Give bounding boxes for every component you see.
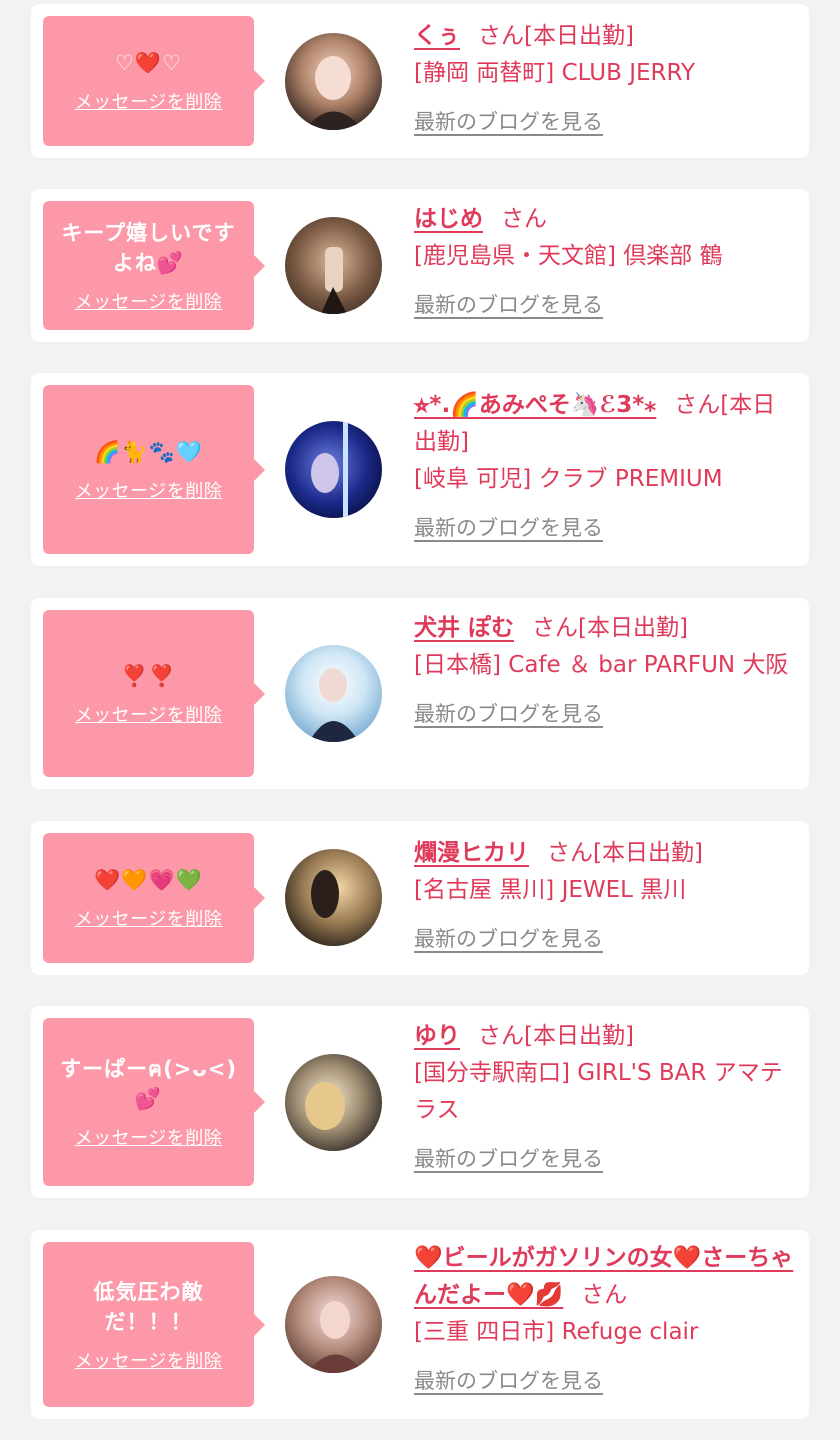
message-bubble: 低気圧わ敵だ！！！ メッセージを削除 [43,1242,265,1407]
name-line: はじめ さん [414,201,794,238]
delete-message-link[interactable]: メッセージを削除 [75,905,223,931]
name-suffix: さん[本日出勤] [532,615,688,641]
cast-info: ❤️ビールがガソリンの女❤️さーちゃんだよー❤️💋 さん [三重 四日市] Ref… [414,1240,794,1400]
message-text: ❤️🧡💗💚 [94,868,203,892]
message-text: ♡❤️♡ [115,51,182,75]
store-name: [鹿児島県・天文館] 倶楽部 鶴 [414,243,723,269]
store-name: [静岡 両替町] CLUB JERRY [414,60,696,86]
avatar[interactable] [285,849,382,946]
cast-name-link[interactable]: ゆり [414,1023,460,1049]
cast-name-link[interactable]: 爛漫ヒカリ [414,840,529,866]
delete-message-link[interactable]: メッセージを削除 [75,88,223,114]
cast-info: くぅ さん[本日出勤] [静岡 両替町] CLUB JERRY 最新のブログを見る [414,18,794,141]
store-name: [日本橋] Cafe ＆ bar PARFUN 大阪 [414,652,789,678]
name-line: ゆり さん[本日出勤] [414,1018,794,1055]
view-blog-link[interactable]: 最新のブログを見る [414,1141,603,1178]
cast-name-link[interactable]: くぅ [414,23,460,49]
cast-info: はじめ さん [鹿児島県・天文館] 倶楽部 鶴 最新のブログを見る [414,201,794,324]
avatar[interactable] [285,1054,382,1151]
view-blog-link[interactable]: 最新のブログを見る [414,921,603,958]
cast-name-link[interactable]: ⭐︎*.🌈あみぺそ🦄ℰ3*⁎ [414,392,656,418]
favorite-card: ♡❤️♡ メッセージを削除 くぅ さん[本日出勤] [静岡 両替町] CLUB J… [31,4,809,158]
favorite-card: キープ嬉しいですよね💕 メッセージを削除 はじめ さん [鹿児島県・天文館] 倶楽… [31,189,809,342]
name-line: ⭐︎*.🌈あみぺそ🦄ℰ3*⁎ さん[本日出勤] [414,387,794,461]
favorite-card: ❤️🧡💗💚 メッセージを削除 爛漫ヒカリ さん[本日出勤] [名古屋 黒川] JE… [31,821,809,975]
name-line: ❤️ビールがガソリンの女❤️さーちゃんだよー❤️💋 さん [414,1240,794,1314]
avatar[interactable] [285,217,382,314]
message-bubble: ♡❤️♡ メッセージを削除 [43,16,265,146]
avatar[interactable] [285,421,382,518]
cast-info: ゆり さん[本日出勤] [国分寺駅南口] GIRL'S BAR アマテラス 最新の… [414,1018,794,1178]
view-blog-link[interactable]: 最新のブログを見る [414,287,603,324]
delete-message-link[interactable]: メッセージを削除 [75,1124,223,1150]
name-line: 爛漫ヒカリ さん[本日出勤] [414,835,794,872]
cast-info: ⭐︎*.🌈あみぺそ🦄ℰ3*⁎ さん[本日出勤] [岐阜 可児] クラブ PREMI… [414,387,794,547]
message-text: 🌈🐈🐾🩵 [94,439,203,464]
favorite-card: 低気圧わ敵だ！！！ メッセージを削除 ❤️ビールがガソリンの女❤️さーちゃんだよ… [31,1230,809,1419]
cast-info: 爛漫ヒカリ さん[本日出勤] [名古屋 黒川] JEWEL 黒川 最新のブログを見… [414,835,794,958]
name-suffix: さん[本日出勤] [478,23,634,49]
avatar[interactable] [285,645,382,742]
name-suffix: さん[本日出勤] [547,840,703,866]
delete-message-link[interactable]: メッセージを削除 [75,288,223,314]
favorite-card: 🌈🐈🐾🩵 メッセージを削除 ⭐︎*.🌈あみぺそ🦄ℰ3*⁎ さん[本日出勤] [岐阜… [31,373,809,566]
store-name: [三重 四日市] Refuge clair [414,1319,699,1345]
view-blog-link[interactable]: 最新のブログを見る [414,104,603,141]
store-name: [岐阜 可児] クラブ PREMIUM [414,466,723,492]
view-blog-link[interactable]: 最新のブログを見る [414,1363,603,1400]
favorites-list: ♡❤️♡ メッセージを削除 くぅ さん[本日出勤] [静岡 両替町] CLUB J… [0,0,840,1440]
message-bubble: ❣️❣️ メッセージを削除 [43,610,265,777]
favorite-card: ❣️❣️ メッセージを削除 犬井 ぽむ さん[本日出勤] [日本橋] Cafe ＆… [31,598,809,789]
name-line: 犬井 ぽむ さん[本日出勤] [414,610,794,647]
avatar[interactable] [285,1276,382,1373]
cast-name-link[interactable]: 犬井 ぽむ [414,615,514,641]
message-text: キープ嬉しいですよね💕 [61,220,236,275]
store-name: [国分寺駅南口] GIRL'S BAR アマテラス [414,1060,783,1123]
cast-info: 犬井 ぽむ さん[本日出勤] [日本橋] Cafe ＆ bar PARFUN 大阪… [414,610,794,733]
message-text: 低気圧わ敵だ！！！ [93,1279,204,1334]
message-text: すーぱーฅ(>ᴗ<)💕 [60,1057,237,1111]
message-bubble: すーぱーฅ(>ᴗ<)💕 メッセージを削除 [43,1018,265,1186]
name-suffix: さん [501,206,547,232]
name-suffix: さん[本日出勤] [478,1023,634,1049]
message-bubble: ❤️🧡💗💚 メッセージを削除 [43,833,265,963]
message-text: ❣️❣️ [121,663,176,688]
cast-name-link[interactable]: はじめ [414,206,483,232]
favorite-card: すーぱーฅ(>ᴗ<)💕 メッセージを削除 ゆり さん[本日出勤] [国分寺駅南口]… [31,1006,809,1198]
delete-message-link[interactable]: メッセージを削除 [75,477,223,503]
delete-message-link[interactable]: メッセージを削除 [75,1347,223,1373]
delete-message-link[interactable]: メッセージを削除 [75,701,223,727]
message-bubble: キープ嬉しいですよね💕 メッセージを削除 [43,201,265,330]
name-suffix: さん [581,1282,628,1308]
name-line: くぅ さん[本日出勤] [414,18,794,55]
store-name: [名古屋 黒川] JEWEL 黒川 [414,877,687,903]
avatar[interactable] [285,33,382,130]
view-blog-link[interactable]: 最新のブログを見る [414,510,603,547]
view-blog-link[interactable]: 最新のブログを見る [414,696,603,733]
message-bubble: 🌈🐈🐾🩵 メッセージを削除 [43,385,265,554]
